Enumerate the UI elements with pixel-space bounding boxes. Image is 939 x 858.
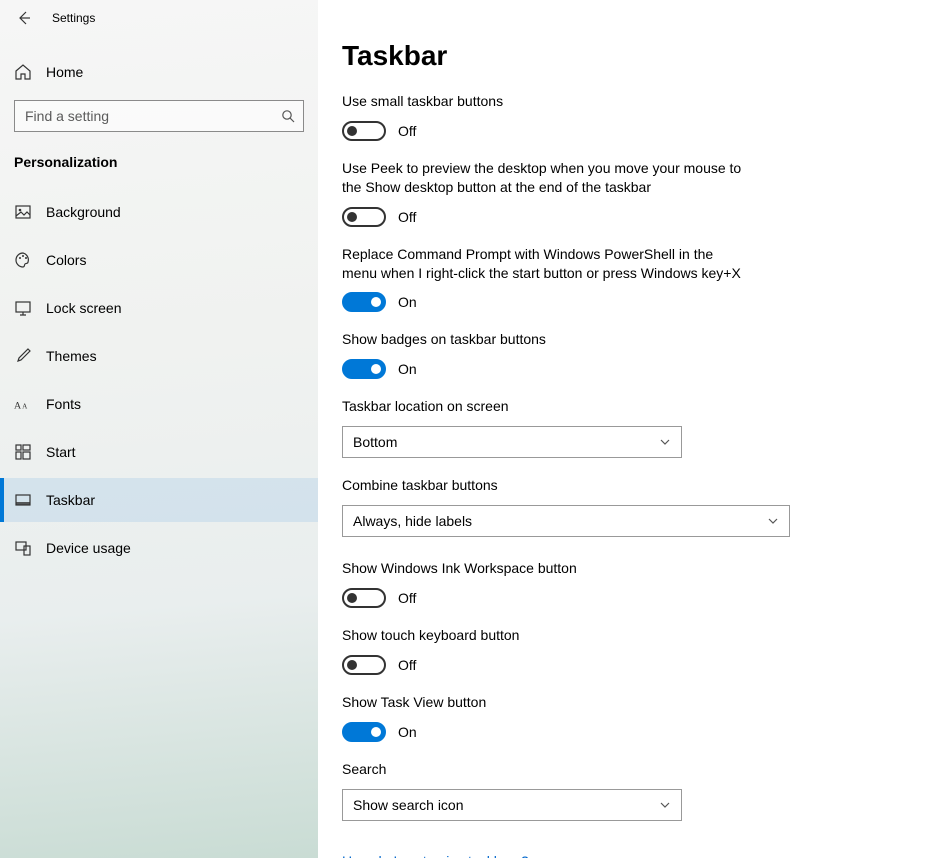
setting-label: Show Task View button (342, 693, 782, 712)
chevron-down-icon (659, 436, 671, 448)
toggle-state: On (398, 724, 417, 740)
sidebar-item-background[interactable]: Background (0, 190, 318, 234)
toggle-small-buttons[interactable] (342, 121, 386, 141)
home-label: Home (46, 64, 83, 80)
setting-label: Use small taskbar buttons (342, 92, 782, 111)
sidebar-item-taskbar[interactable]: Taskbar (0, 478, 318, 522)
main-content: Taskbar Use small taskbar buttons Off Us… (318, 0, 939, 858)
toggle-state: Off (398, 590, 416, 606)
sidebar-item-label: Themes (46, 348, 97, 364)
sidebar-item-lock-screen[interactable]: Lock screen (0, 286, 318, 330)
sidebar-item-themes[interactable]: Themes (0, 334, 318, 378)
toggle-task-view[interactable] (342, 722, 386, 742)
setting-label: Show badges on taskbar buttons (342, 330, 782, 349)
font-icon: AA (14, 395, 32, 413)
toggle-state: Off (398, 123, 416, 139)
search-input[interactable] (14, 100, 304, 132)
toggle-badges[interactable] (342, 359, 386, 379)
setting-ink: Show Windows Ink Workspace button Off (342, 559, 782, 608)
setting-badges: Show badges on taskbar buttons On (342, 330, 782, 379)
sidebar-item-label: Start (46, 444, 76, 460)
sidebar-item-start[interactable]: Start (0, 430, 318, 474)
setting-label: Use Peek to preview the desktop when you… (342, 159, 762, 197)
toggle-touch-keyboard[interactable] (342, 655, 386, 675)
toggle-state: Off (398, 209, 416, 225)
titlebar: Settings (0, 0, 318, 36)
picture-icon (14, 203, 32, 221)
grid-icon (14, 443, 32, 461)
brush-icon (14, 347, 32, 365)
chevron-down-icon (659, 799, 671, 811)
svg-text:A: A (14, 401, 22, 412)
back-button[interactable] (14, 8, 34, 28)
sidebar-item-label: Taskbar (46, 492, 95, 508)
sidebar-item-colors[interactable]: Colors (0, 238, 318, 282)
setting-label: Taskbar location on screen (342, 397, 782, 416)
taskbar-icon (14, 491, 32, 509)
setting-label: Show touch keyboard button (342, 626, 782, 645)
back-arrow-icon (16, 10, 32, 26)
home-nav[interactable]: Home (0, 50, 318, 94)
sidebar: Settings Home Personalization Background (0, 0, 318, 858)
sidebar-item-fonts[interactable]: AA Fonts (0, 382, 318, 426)
sidebar-item-label: Background (46, 204, 121, 220)
setting-label: Replace Command Prompt with Windows Powe… (342, 245, 752, 283)
window-title: Settings (52, 11, 95, 25)
toggle-powershell[interactable] (342, 292, 386, 312)
setting-powershell: Replace Command Prompt with Windows Powe… (342, 245, 792, 313)
home-icon (14, 63, 32, 81)
toggle-ink[interactable] (342, 588, 386, 608)
chevron-down-icon (767, 515, 779, 527)
dropdown-value: Bottom (353, 434, 397, 450)
monitor-icon (14, 299, 32, 317)
section-heading: Personalization (0, 132, 318, 180)
toggle-peek[interactable] (342, 207, 386, 227)
toggle-state: On (398, 294, 417, 310)
search-icon (280, 108, 296, 124)
help-link[interactable]: How do I customize taskbars? (342, 853, 529, 858)
device-usage-icon (14, 539, 32, 557)
dropdown-value: Show search icon (353, 797, 464, 813)
sidebar-item-device-usage[interactable]: Device usage (0, 526, 318, 570)
setting-combine: Combine taskbar buttons Always, hide lab… (342, 476, 792, 537)
toggle-state: On (398, 361, 417, 377)
dropdown-search[interactable]: Show search icon (342, 789, 682, 821)
setting-task-view: Show Task View button On (342, 693, 782, 742)
svg-text:A: A (22, 403, 28, 411)
sidebar-item-label: Lock screen (46, 300, 121, 316)
sidebar-item-label: Colors (46, 252, 86, 268)
setting-peek: Use Peek to preview the desktop when you… (342, 159, 792, 227)
setting-location: Taskbar location on screen Bottom (342, 397, 782, 458)
sidebar-item-label: Fonts (46, 396, 81, 412)
search-field-wrap (14, 100, 304, 132)
setting-touch-keyboard: Show touch keyboard button Off (342, 626, 782, 675)
setting-search: Search Show search icon (342, 760, 782, 821)
sidebar-item-label: Device usage (46, 540, 131, 556)
setting-label: Show Windows Ink Workspace button (342, 559, 782, 578)
setting-small-buttons: Use small taskbar buttons Off (342, 92, 782, 141)
dropdown-value: Always, hide labels (353, 513, 472, 529)
palette-icon (14, 251, 32, 269)
setting-label: Search (342, 760, 782, 779)
page-title: Taskbar (342, 40, 899, 72)
toggle-state: Off (398, 657, 416, 673)
sidebar-nav: Background Colors Lock screen Themes (0, 190, 318, 574)
setting-label: Combine taskbar buttons (342, 476, 792, 495)
dropdown-combine[interactable]: Always, hide labels (342, 505, 790, 537)
dropdown-location[interactable]: Bottom (342, 426, 682, 458)
